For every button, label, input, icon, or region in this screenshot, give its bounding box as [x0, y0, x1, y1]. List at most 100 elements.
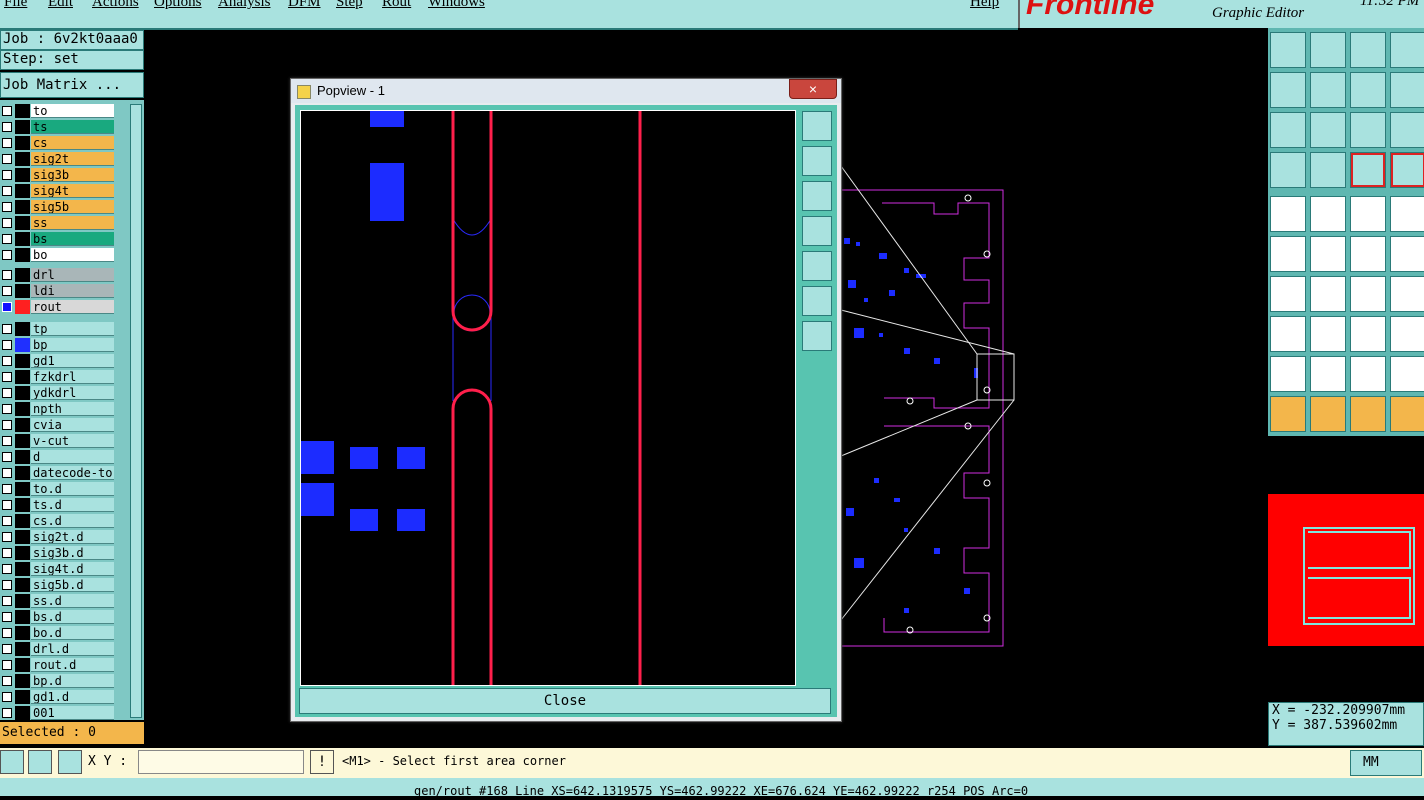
fit-icon[interactable]	[1270, 112, 1306, 148]
dim-icon[interactable]	[1350, 316, 1386, 352]
measure-icon[interactable]	[1270, 152, 1306, 188]
pan-left-icon[interactable]	[802, 216, 832, 246]
layer-row-bo.d[interactable]: bo.d	[0, 626, 114, 640]
triangle-icon[interactable]	[1270, 356, 1306, 392]
layer-checkbox[interactable]	[2, 202, 12, 212]
layer-checkbox[interactable]	[2, 692, 12, 702]
layer-row-to[interactable]: to	[0, 104, 114, 118]
layer-row-ss[interactable]: ss	[0, 216, 114, 230]
pan-down-icon[interactable]	[1310, 32, 1346, 68]
snap-icon[interactable]	[0, 750, 24, 774]
arrow-ne-icon[interactable]	[1350, 236, 1386, 272]
net-icon[interactable]	[1350, 152, 1386, 188]
select-box-icon[interactable]	[1310, 396, 1346, 432]
layer-checkbox[interactable]	[2, 484, 12, 494]
layer-checkbox[interactable]	[2, 532, 12, 542]
xy-input[interactable]	[138, 750, 304, 774]
layer-row-ydkdrl[interactable]: ydkdrl	[0, 386, 114, 400]
layer-row-ts.d[interactable]: ts.d	[0, 498, 114, 512]
layer-checkbox[interactable]	[2, 628, 12, 638]
pad-icon[interactable]	[1270, 196, 1306, 232]
minus-icon[interactable]	[1310, 316, 1346, 352]
layer-row-ss.d[interactable]: ss.d	[0, 594, 114, 608]
layer-row-d[interactable]: d	[0, 450, 114, 464]
slash-icon[interactable]	[1310, 276, 1346, 312]
arrow-ne2-icon[interactable]	[1390, 236, 1424, 272]
layer-checkbox[interactable]	[2, 404, 12, 414]
menu-file[interactable]: File	[4, 0, 27, 11]
layer-row-rout.d[interactable]: rout.d	[0, 658, 114, 672]
pan-left-icon[interactable]	[1270, 72, 1306, 108]
layer-row-cs.d[interactable]: cs.d	[0, 514, 114, 528]
layer-row-datecode-to[interactable]: datecode-to	[0, 466, 114, 480]
layer-checkbox[interactable]	[2, 340, 12, 350]
circle-icon[interactable]	[1390, 196, 1424, 232]
layer-checkbox[interactable]	[2, 708, 12, 718]
layer-row-bo[interactable]: bo	[0, 248, 114, 262]
layer-row-bs.d[interactable]: bs.d	[0, 610, 114, 624]
layer-row-001[interactable]: 001	[0, 706, 114, 720]
layer-row-sig4t.d[interactable]: sig4t.d	[0, 562, 114, 576]
layer-row-tp[interactable]: tp	[0, 322, 114, 336]
layer-checkbox[interactable]	[2, 660, 12, 670]
grid-icon[interactable]	[58, 750, 82, 774]
zoom-home-icon[interactable]	[802, 111, 832, 141]
layer-checkbox[interactable]	[2, 356, 12, 366]
menu-analysis[interactable]: Analysis	[218, 0, 271, 11]
ruler-icon[interactable]	[1350, 196, 1386, 232]
job-matrix-button[interactable]: Job Matrix ...	[0, 72, 144, 98]
line-icon[interactable]	[1310, 152, 1346, 188]
zoom-out-icon[interactable]	[802, 321, 832, 351]
rotate-icon[interactable]	[1350, 276, 1386, 312]
layer-row-ldi[interactable]: ldi	[0, 284, 114, 298]
pad-add-icon[interactable]	[1270, 316, 1306, 352]
menu-rout[interactable]: Rout	[382, 0, 411, 11]
menu-actions[interactable]: Actions	[92, 0, 139, 11]
mirror-icon[interactable]	[1390, 276, 1424, 312]
scale-1-2-icon[interactable]	[1350, 112, 1386, 148]
layer-checkbox[interactable]	[2, 324, 12, 334]
layer-row-gd1.d[interactable]: gd1.d	[0, 690, 114, 704]
alert-icon[interactable]: !	[310, 750, 334, 774]
pan-right-icon[interactable]	[1310, 72, 1346, 108]
layer-checkbox[interactable]	[2, 186, 12, 196]
layer-row-drl.d[interactable]: drl.d	[0, 642, 114, 656]
route-icon[interactable]	[1390, 72, 1424, 108]
unit-select[interactable]: MM	[1350, 750, 1422, 776]
snap-line-icon[interactable]	[1310, 196, 1346, 232]
cross-icon[interactable]	[1310, 236, 1346, 272]
layer-checkbox[interactable]	[2, 596, 12, 606]
triangle-up-icon[interactable]	[1350, 356, 1386, 392]
layer-row-sig2t[interactable]: sig2t	[0, 152, 114, 166]
layer-checkbox[interactable]	[2, 580, 12, 590]
layer-row-bp[interactable]: bp	[0, 338, 114, 352]
zoom-fit-icon[interactable]	[1310, 112, 1346, 148]
menu-edit[interactable]: Edit	[48, 0, 73, 11]
select-touch-icon[interactable]	[1350, 396, 1386, 432]
zoom-in-icon[interactable]	[802, 286, 832, 316]
layer-row-cs[interactable]: cs	[0, 136, 114, 150]
layer-checkbox[interactable]	[2, 452, 12, 462]
layer-checkbox[interactable]	[2, 218, 12, 228]
layer-checkbox[interactable]	[2, 106, 12, 116]
menu-dfm[interactable]: DFM	[288, 0, 321, 11]
layer-row-fzkdrl[interactable]: fzkdrl	[0, 370, 114, 384]
layer-checkbox[interactable]	[2, 436, 12, 446]
triangle-base-icon[interactable]	[1390, 356, 1424, 392]
layer-checkbox[interactable]	[2, 286, 12, 296]
pan-up-icon[interactable]	[1270, 32, 1306, 68]
layer-row-bs[interactable]: bs	[0, 232, 114, 246]
menu-step[interactable]: Step	[336, 0, 363, 11]
layer-checkbox[interactable]	[2, 372, 12, 382]
redo-icon[interactable]	[1350, 72, 1386, 108]
layer-scrollbar[interactable]	[130, 104, 142, 718]
help-icon[interactable]	[1390, 112, 1424, 148]
layer-checkbox[interactable]	[2, 420, 12, 430]
layer-checkbox[interactable]	[2, 676, 12, 686]
layer-checkbox[interactable]	[2, 644, 12, 654]
layer-checkbox[interactable]	[2, 250, 12, 260]
layer-row-cvia[interactable]: cvia	[0, 418, 114, 432]
menu-options[interactable]: Options	[154, 0, 202, 11]
layer-row-v-cut[interactable]: v-cut	[0, 434, 114, 448]
layer-checkbox[interactable]	[2, 154, 12, 164]
